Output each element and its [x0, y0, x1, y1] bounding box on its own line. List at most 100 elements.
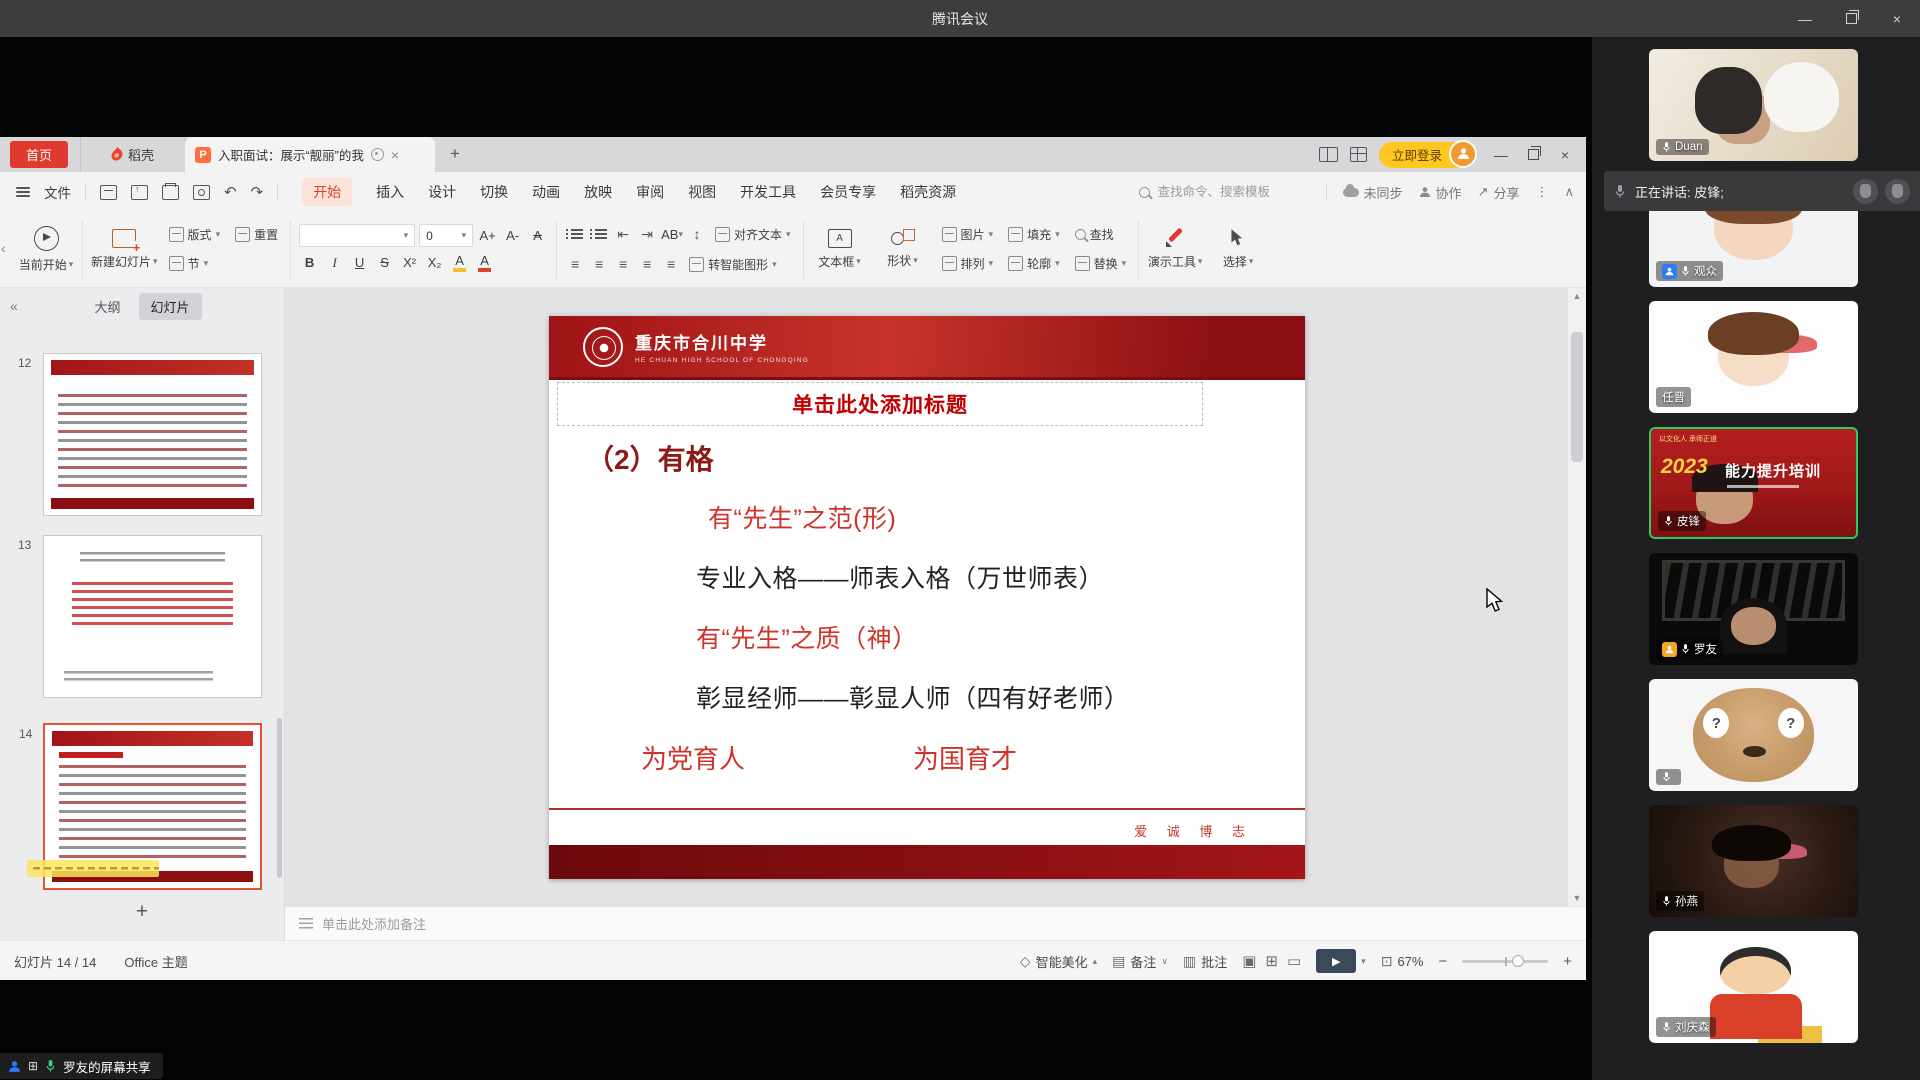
clap-icon[interactable] — [1885, 179, 1910, 204]
picture-button[interactable]: 图片▾ — [938, 222, 998, 248]
outdent-button[interactable]: ⇤ — [613, 223, 633, 245]
participant-tile[interactable]: 罗友 — [1649, 553, 1858, 665]
tab-transition[interactable]: 切换 — [480, 182, 508, 202]
line-spacing-button[interactable]: ↕ — [687, 223, 707, 245]
presentation-slide[interactable]: 重庆市合川中学 HE CHUAN HIGH SCHOOL OF CHONGQIN… — [549, 316, 1305, 879]
participant-tile[interactable]: ? ? — [1649, 679, 1858, 791]
more-icon[interactable]: ⋮ — [1535, 184, 1548, 200]
search-input[interactable] — [1156, 184, 1310, 200]
align-text-button[interactable]: 对齐文本▾ — [711, 221, 795, 247]
collaborate-button[interactable]: 协作 — [1419, 183, 1462, 202]
participant-tile[interactable]: 刘庆森 — [1649, 931, 1858, 1043]
sorter-view-icon[interactable]: ⊞ — [1265, 952, 1278, 970]
superscript-button[interactable]: X² — [399, 251, 420, 274]
tab-active-document[interactable]: P 入职面试：展示“靓丽”的我 × — [185, 137, 435, 172]
to-smartart-button[interactable]: 转智能图形▾ — [685, 251, 781, 277]
scroll-down-icon[interactable]: ▼ — [1568, 890, 1586, 906]
tab-close-icon[interactable]: × — [391, 147, 399, 163]
select-button[interactable]: 选择▾ — [1210, 217, 1266, 281]
wps-minimize-button[interactable]: — — [1486, 140, 1516, 170]
fit-zoom-button[interactable]: ⊡67% — [1381, 953, 1424, 970]
normal-view-icon[interactable]: ▣ — [1242, 952, 1256, 970]
export-icon[interactable] — [131, 185, 148, 200]
shapes-button[interactable]: 形状▾ — [875, 217, 931, 281]
command-search[interactable] — [1139, 184, 1310, 200]
section-button[interactable]: 节▾ — [165, 251, 225, 277]
tab-docer[interactable]: 稻壳 — [80, 137, 186, 172]
chevron-left-icon[interactable]: ‹ — [1, 240, 6, 256]
justify-icon[interactable]: ≡ — [637, 253, 657, 275]
distribute-icon[interactable]: ≡ — [661, 253, 681, 275]
tab-design[interactable]: 设计 — [428, 182, 456, 202]
tab-outline[interactable]: 大纲 — [82, 293, 132, 320]
font-size-select[interactable]: 0▾ — [419, 224, 473, 247]
subscript-button[interactable]: X₂ — [424, 251, 445, 274]
increase-font-button[interactable]: A+ — [477, 224, 498, 247]
collapse-ribbon-icon[interactable]: ∧ — [1564, 184, 1574, 200]
reset-button[interactable]: 重置 — [231, 222, 282, 248]
tab-view[interactable]: 视图 — [688, 182, 716, 202]
tab-developer[interactable]: 开发工具 — [740, 182, 796, 202]
hamburger-icon[interactable] — [16, 191, 30, 193]
zoom-out-button[interactable]: − — [1438, 953, 1447, 970]
tab-home[interactable]: 开始 — [302, 178, 352, 206]
comments-button[interactable]: ▥批注 — [1183, 952, 1227, 971]
tab-insert[interactable]: 插入 — [376, 182, 404, 202]
zoom-in-button[interactable]: + — [1563, 953, 1572, 970]
strikethrough-button[interactable]: S — [374, 251, 395, 274]
panel-scrollbar-thumb[interactable] — [277, 718, 282, 878]
outline-button[interactable]: 轮廓▾ — [1004, 251, 1064, 277]
replace-button[interactable]: 替换▾ — [1071, 251, 1131, 277]
clear-format-button[interactable]: A — [527, 224, 548, 247]
participant-tile[interactable]: 孙燕 — [1649, 805, 1858, 917]
layout-button[interactable]: 版式▾ — [165, 222, 225, 248]
presentation-tools-button[interactable]: 演示工具▾ — [1147, 217, 1203, 281]
tab-review[interactable]: 审阅 — [636, 182, 664, 202]
align-center-icon[interactable]: ≡ — [589, 253, 609, 275]
split-view-icon[interactable] — [1319, 147, 1338, 162]
highlight-color-button[interactable]: A — [449, 251, 470, 274]
screen-share-badge[interactable]: ⊞ 罗友的屏幕共享 — [0, 1053, 163, 1079]
align-left-icon[interactable]: ≡ — [565, 253, 585, 275]
zoom-slider[interactable] — [1462, 960, 1548, 963]
bullet-list-button[interactable] — [565, 223, 585, 245]
tab-member[interactable]: 会员专享 — [820, 182, 876, 202]
login-button[interactable]: 立即登录 — [1379, 142, 1474, 168]
tab-slideshow[interactable]: 放映 — [584, 182, 612, 202]
theme-name[interactable]: Office 主题 — [124, 952, 187, 971]
smart-beautify-button[interactable]: ◇智能美化▴ — [1020, 952, 1097, 971]
new-slide-button[interactable]: 新建幻灯片▾ — [91, 217, 158, 281]
decrease-font-button[interactable]: A- — [502, 224, 523, 247]
menu-file[interactable]: 文件 — [44, 182, 71, 202]
character-spacing-button[interactable]: AB▾ — [661, 223, 683, 246]
scrollbar-thumb[interactable] — [1571, 332, 1583, 462]
scroll-up-icon[interactable]: ▲ — [1568, 288, 1586, 304]
start-from-current-button[interactable]: 当前开始▾ — [18, 217, 74, 281]
tab-docer-resources[interactable]: 稻壳资源 — [900, 182, 956, 202]
raise-hand-icon[interactable] — [1853, 179, 1878, 204]
participant-tile[interactable]: 任晋 — [1649, 301, 1858, 413]
notes-toggle-button[interactable]: ▤备注∨ — [1112, 952, 1168, 971]
reading-view-icon[interactable]: ▭ — [1287, 952, 1301, 970]
slide-thumbnail-12[interactable]: 12 — [43, 353, 262, 516]
underline-button[interactable]: U — [349, 251, 370, 274]
minimize-button[interactable]: — — [1782, 0, 1828, 37]
font-color-button[interactable]: A — [474, 251, 495, 274]
redo-icon[interactable]: ↷ — [251, 185, 264, 200]
indent-button[interactable]: ⇥ — [637, 223, 657, 245]
slide-thumbnail-13[interactable]: 13 — [43, 535, 262, 698]
slide-title-placeholder[interactable]: 单击此处添加标题 — [557, 382, 1203, 426]
align-right-icon[interactable]: ≡ — [613, 253, 633, 275]
close-button[interactable]: × — [1874, 0, 1920, 37]
print-preview-icon[interactable] — [193, 185, 210, 200]
tab-slides[interactable]: 幻灯片 — [139, 293, 202, 320]
print-icon[interactable] — [162, 185, 179, 200]
font-name-select[interactable]: ▾ — [299, 224, 415, 247]
undo-icon[interactable]: ↶ — [224, 185, 237, 200]
zoom-slider-handle[interactable] — [1512, 955, 1524, 967]
save-icon[interactable] — [100, 185, 117, 200]
collapse-panel-icon[interactable]: « — [10, 298, 18, 314]
play-slideshow-button[interactable]: ▶▾ — [1316, 949, 1366, 973]
sync-status[interactable]: 未同步 — [1343, 183, 1403, 202]
wps-close-button[interactable]: × — [1550, 140, 1580, 170]
